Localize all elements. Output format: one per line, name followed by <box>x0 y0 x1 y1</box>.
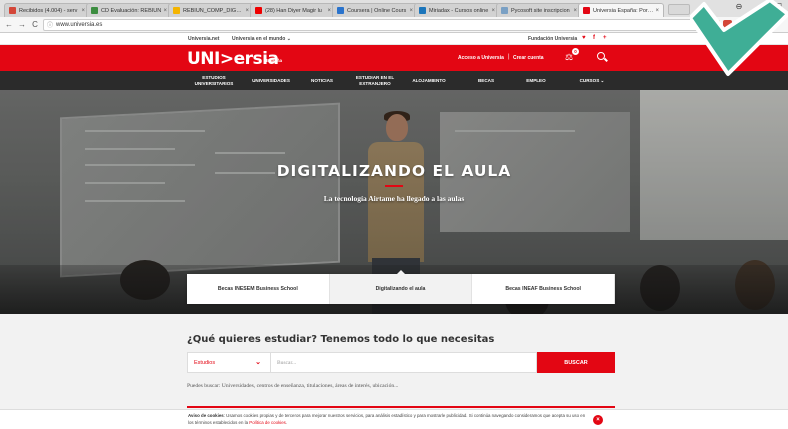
browser-tab-bar: Recibidos (4.004) - serv × CD Evaluación: … <box>0 0 788 17</box>
tab-favicon-icon <box>583 7 590 14</box>
create-account-link[interactable]: Crear cuenta <box>513 55 544 61</box>
tab-close-icon[interactable]: × <box>163 8 167 14</box>
nav-item[interactable]: ALOJAMIENTO <box>405 71 453 90</box>
browser-tab[interactable]: REBIUN_COMP_DIG_1.2 × <box>168 3 254 17</box>
nav-item[interactable]: CURSOS ⌄ <box>570 71 614 90</box>
tab-label: Recibidos (4.004) - serv <box>19 7 78 14</box>
tab-favicon-icon <box>173 7 180 14</box>
foundation-link[interactable]: Fundación Universia <box>528 36 577 42</box>
hero-subtitle: La tecnología Airtame ha llegado a las a… <box>323 194 465 203</box>
browser-tab[interactable]: Miriadax - Cursos online × <box>414 3 500 17</box>
study-search-title: ¿Qué quieres estudiar? Tenemos todo lo q… <box>187 334 495 345</box>
tab-close-icon[interactable]: × <box>491 8 495 14</box>
study-type-select[interactable]: Estudios ⌄ <box>187 352 271 373</box>
tab-close-icon[interactable]: × <box>81 8 85 14</box>
close-icon[interactable]: × <box>593 415 603 425</box>
study-type-value: Estudios <box>194 359 216 366</box>
browser-tab[interactable]: (28) Han Diyer Magir lu × <box>250 3 336 17</box>
tab-close-icon[interactable]: × <box>245 8 249 14</box>
slider-tabs: Becas INESEM Business School Digitalizand… <box>187 270 616 304</box>
cookie-banner: Aviso de cookies: Usamos cookies propias… <box>0 409 788 429</box>
universia-logo[interactable]: UNI>ersia <box>187 49 279 69</box>
forward-button[interactable]: → <box>17 20 27 29</box>
cookie-body: : Usamos cookies propias y de terceros p… <box>188 413 586 425</box>
nav-item[interactable]: EMPLEO <box>516 71 556 90</box>
slider-tab[interactable]: Becas INESEM Business School <box>187 274 330 304</box>
login-link[interactable]: Acceso a Universia <box>458 55 504 61</box>
logo-country: España <box>266 58 283 63</box>
googleplus-icon[interactable]: + <box>603 35 607 41</box>
header-bar: UNI>ersia España Acceso a Universia | Cr… <box>0 45 788 71</box>
tab-close-icon[interactable]: × <box>327 8 331 14</box>
back-button[interactable]: ← <box>4 20 14 29</box>
reload-button[interactable]: C <box>30 20 40 29</box>
study-search-form: Estudios ⌄ Buscar... BUSCAR <box>187 352 615 373</box>
url-text: www.universia.es <box>56 21 103 28</box>
tab-label: Pycosoft site inscripcion <box>511 7 570 14</box>
main-navigation: ESTUDIOS UNIVERSITARIOS UNIVERSIDADES NOTI… <box>0 71 788 90</box>
cookie-end: . <box>285 419 288 425</box>
cookie-policy-link[interactable]: Política de cookies <box>249 420 286 425</box>
universia-world-link[interactable]: Universia en el mundo ⌄ <box>232 36 291 42</box>
browser-tab[interactable]: Universia España: Portal × <box>578 3 664 17</box>
tab-close-icon[interactable]: × <box>409 8 413 14</box>
top-links-strip: Universia.net Universia en el mundo ⌄ Fu… <box>0 33 788 45</box>
search-button[interactable]: BUSCAR <box>537 352 615 373</box>
tab-label: Coursera | Online Cours <box>347 7 407 14</box>
tab-favicon-icon <box>501 7 508 14</box>
new-tab-button[interactable] <box>668 4 690 15</box>
hero-title[interactable]: DIGITALIZANDO EL AULA <box>0 162 788 180</box>
tab-favicon-icon <box>255 7 262 14</box>
slider-tab[interactable]: Becas INEAF Business School <box>472 274 616 304</box>
hero-divider <box>385 185 403 187</box>
tab-favicon-icon <box>419 7 426 14</box>
nav-item[interactable]: BECAS <box>466 71 506 90</box>
checkmark-icon <box>690 0 788 76</box>
tab-favicon-icon <box>9 7 16 14</box>
nav-item[interactable]: UNIVERSIDADES <box>245 71 297 90</box>
cookie-text: Aviso de cookies: Usamos cookies propias… <box>188 413 588 426</box>
facebook-icon[interactable]: f <box>593 35 595 41</box>
tab-close-icon[interactable]: × <box>573 8 577 14</box>
nav-item[interactable]: NOTICIAS <box>302 71 342 90</box>
info-icon[interactable]: ⓘ <box>47 20 53 29</box>
nav-item[interactable]: ESTUDIOS UNIVERSITARIOS <box>190 71 238 90</box>
tab-favicon-icon <box>337 7 344 14</box>
slider-tab[interactable]: Digitalizando el aula <box>329 270 473 304</box>
social-heart-icon[interactable]: ♥ <box>582 35 586 41</box>
address-bar[interactable]: ⓘ www.universia.es <box>43 18 703 31</box>
compare-count-badge: 0 <box>572 48 579 55</box>
tab-favicon-icon <box>91 7 98 14</box>
tab-label: CD Evaluación: REBIUN <box>101 7 162 14</box>
browser-tab[interactable]: Coursera | Online Cours × <box>332 3 418 17</box>
browser-tab[interactable]: Pycosoft site inscripcion × <box>496 3 582 17</box>
search-icon[interactable] <box>597 52 605 60</box>
study-search-input[interactable]: Buscar... <box>271 352 537 373</box>
section-divider <box>187 406 615 408</box>
browser-tab[interactable]: CD Evaluación: REBIUN × <box>86 3 172 17</box>
browser-toolbar: ← → C ⓘ www.universia.es <box>0 17 788 33</box>
tab-label: REBIUN_COMP_DIG_1.2 <box>183 7 244 14</box>
browser-tab[interactable]: Recibidos (4.004) - serv × <box>4 3 90 17</box>
nav-item[interactable]: ESTUDIAR EN EL EXTRANJERO <box>350 71 400 90</box>
search-hint: Puedes buscar: Universidades, centros de… <box>187 383 399 389</box>
cookie-title: Aviso de cookies <box>188 413 224 418</box>
account-separator: | <box>508 54 510 60</box>
tab-label: Miriadax - Cursos online <box>429 7 489 14</box>
tab-label: (28) Han Diyer Magir lu <box>265 7 322 14</box>
chevron-down-icon: ⌄ <box>255 359 261 366</box>
tab-close-icon[interactable]: × <box>655 8 659 14</box>
universia-page: Universia.net Universia en el mundo ⌄ Fu… <box>0 33 788 429</box>
universia-net-link[interactable]: Universia.net <box>188 36 219 42</box>
tab-label: Universia España: Portal <box>593 7 654 14</box>
